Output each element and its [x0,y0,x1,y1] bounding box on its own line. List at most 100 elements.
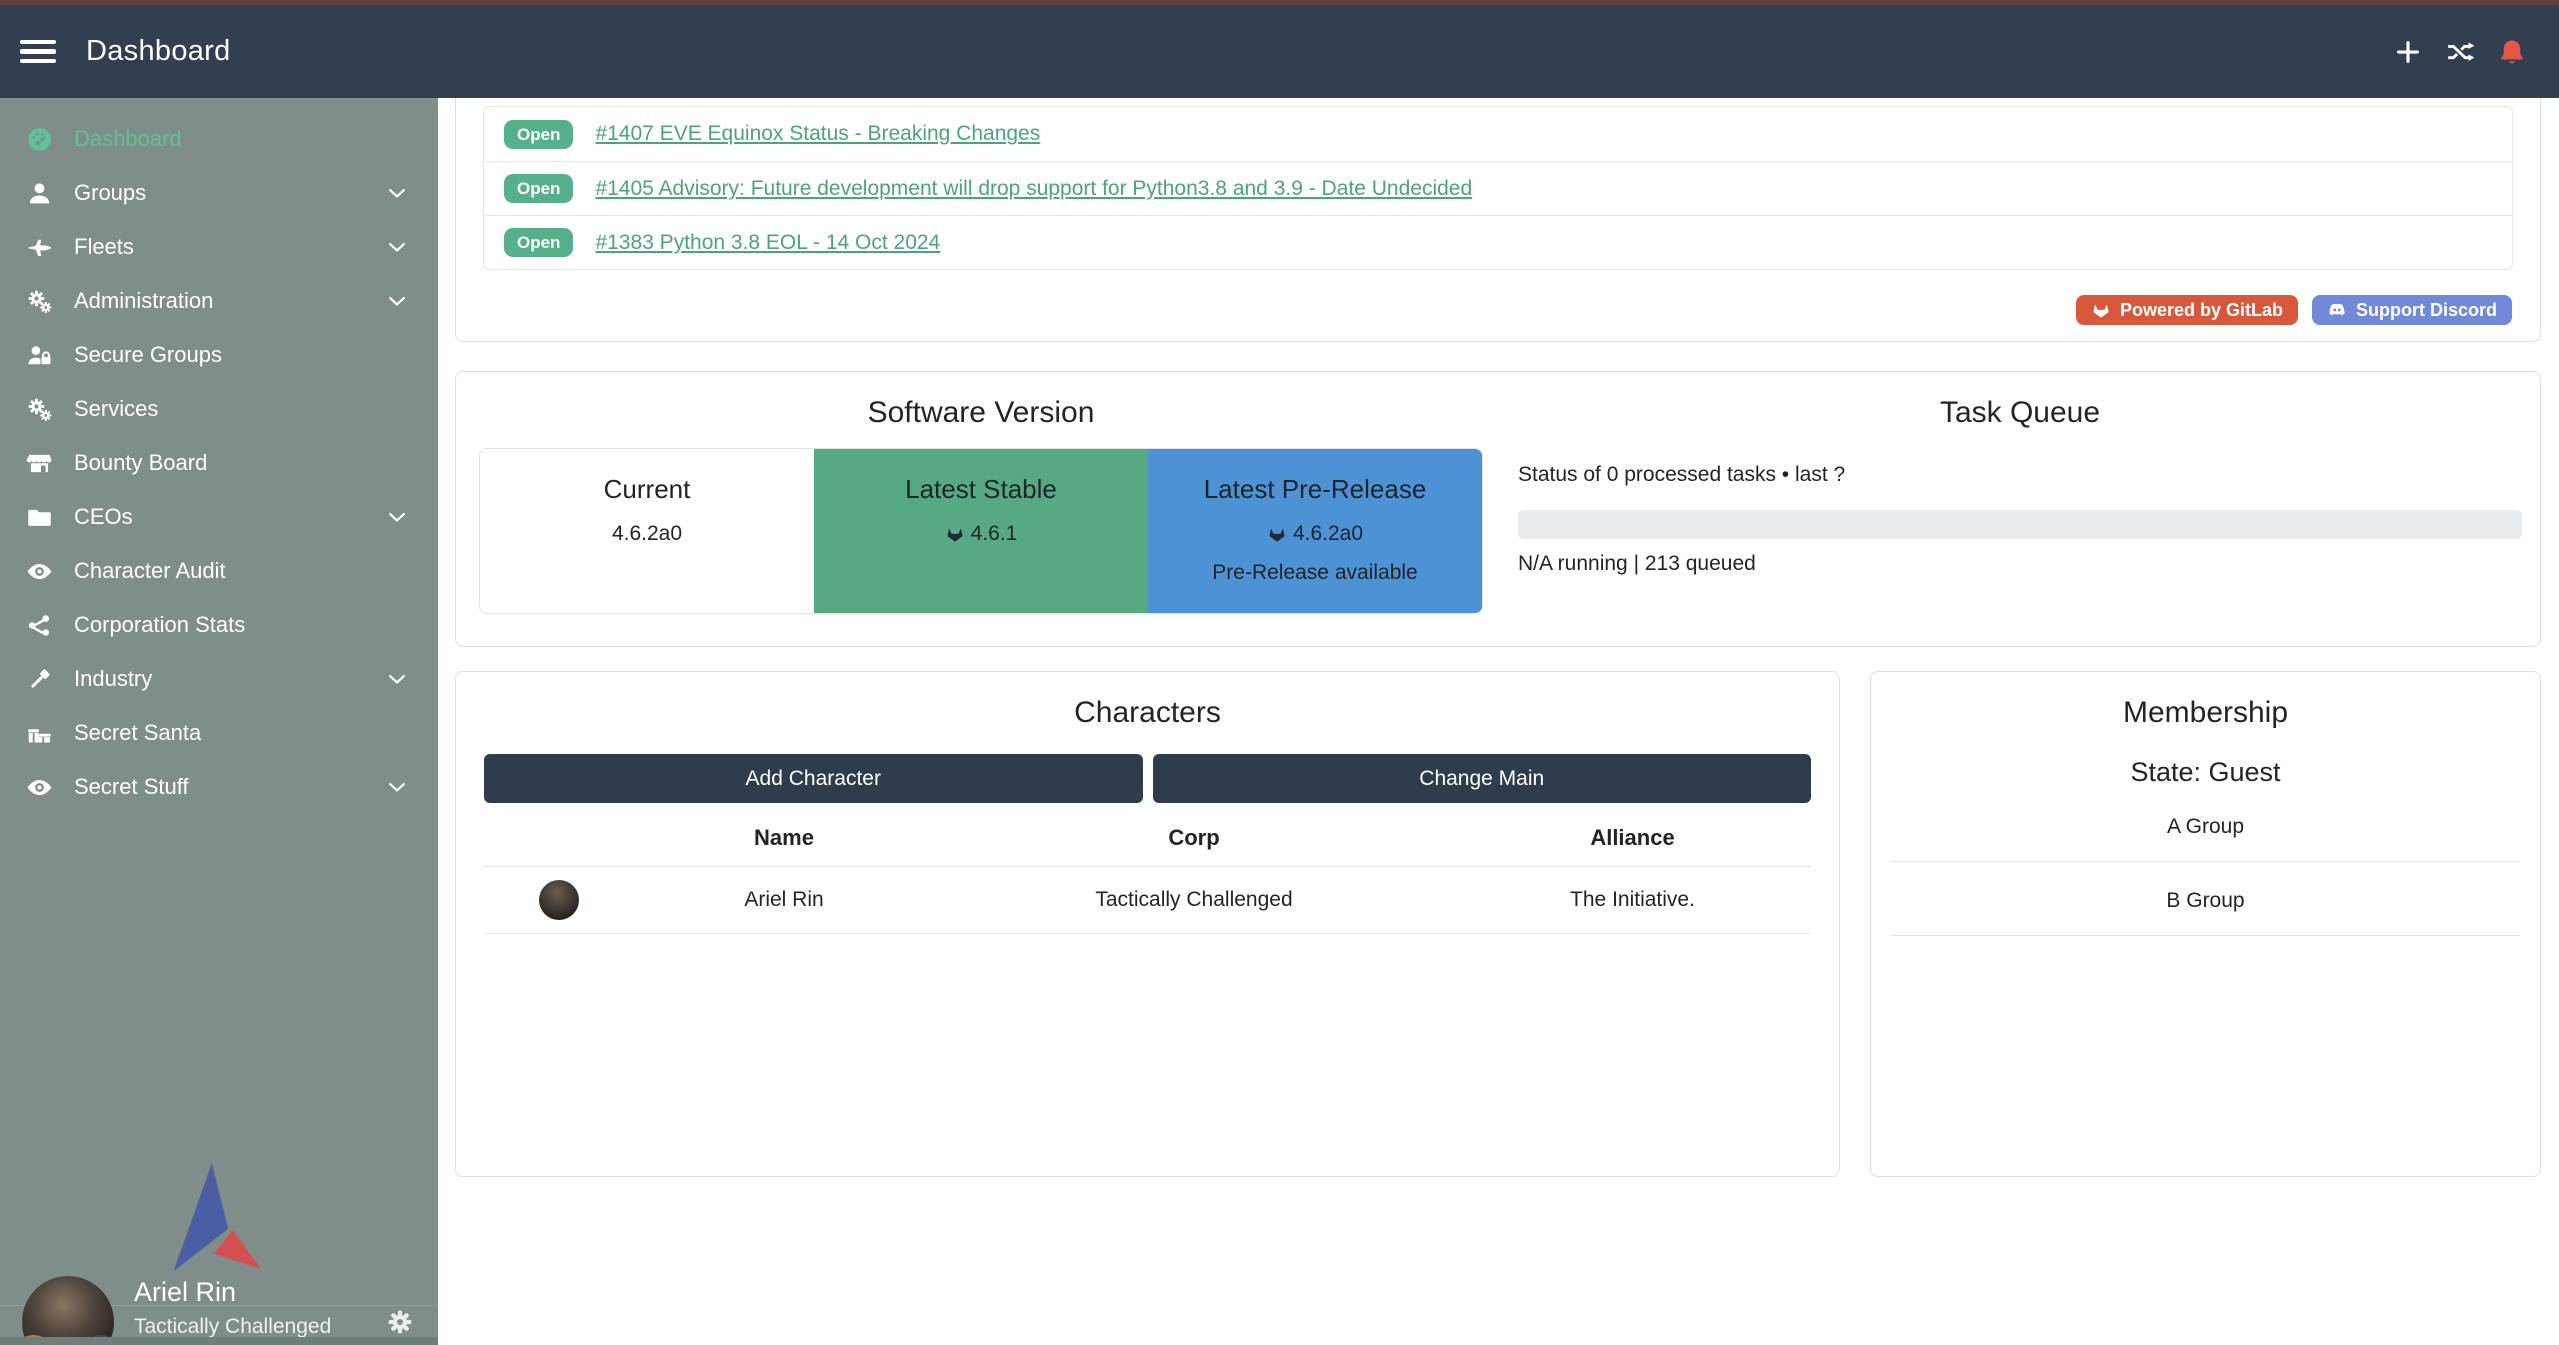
notification-link[interactable]: #1383 Python 3.8 EOL - 14 Oct 2024 [595,231,940,255]
table-row: Ariel Rin Tactically Challenged The Init… [484,867,1811,934]
cogs-icon [26,396,53,423]
user-info: Ariel Rin Tactically Challenged The Init… [134,1275,331,1345]
membership-title: Membership [1891,696,2520,730]
chevron-down-icon [386,182,408,204]
notification-link[interactable]: #1405 Advisory: Future development will … [595,177,1472,201]
sidebar-item-bounty-board[interactable]: Bounty Board [0,436,438,490]
jet-icon [26,234,53,261]
eye-icon [26,558,53,585]
status-badge: Open [504,228,573,257]
cell-name: Ariel Rin [634,888,934,912]
membership-state: State: Guest [1891,757,2520,788]
cell-alliance: The Initiative. [1454,888,1811,912]
sidebar-item-character-audit[interactable]: Character Audit [0,544,438,598]
store-icon [26,450,53,477]
sidebar-item-secret-santa[interactable]: Secret Santa [0,706,438,760]
gitlab-badge-label: Powered by GitLab [2120,300,2283,321]
list-item: A Group [1891,788,2520,862]
gitlab-tag-icon [945,524,965,544]
topbar: Dashboard [0,5,2559,98]
sidebar-item-industry[interactable]: Industry [0,652,438,706]
sidebar-item-secure-groups[interactable]: Secure Groups [0,328,438,382]
task-progress-bar [1518,510,2522,539]
header-alliance: Alliance [1454,825,1811,851]
hammer-icon [26,666,53,693]
characters-actions: Add Character Change Main [484,754,1811,803]
user-panel: Ariel Rin Tactically Challenged The Init… [0,1305,438,1337]
sidebar-item-label: Services [74,396,158,422]
sidebar-nav: Dashboard Groups Fleets Administrat [0,98,438,814]
membership-panel: Membership State: Guest A Group B Group [1870,671,2541,1177]
sidebar-item-label: Secret Stuff [74,774,189,800]
sidebar-footer-strip [0,1337,438,1345]
version-current: Current 4.6.2a0 [480,449,814,613]
sidebar-item-label: Bounty Board [74,450,207,476]
notifications-list: Open #1407 EVE Equinox Status - Breaking… [483,106,2513,270]
notification-item: Open #1407 EVE Equinox Status - Breaking… [484,107,2512,161]
bottom-row: Characters Add Character Change Main Nam… [455,671,2541,1177]
characters-table-header: Name Corp Alliance [484,809,1811,867]
version-stable-label: Latest Stable [814,474,1148,505]
sidebar-item-administration[interactable]: Administration [0,274,438,328]
sidebar-item-services[interactable]: Services [0,382,438,436]
eye-icon [26,774,53,801]
plus-icon[interactable] [2393,37,2423,67]
user-name: Ariel Rin [134,1275,331,1310]
software-version-title: Software Version [479,396,1483,430]
sidebar-item-label: Character Audit [74,558,226,584]
share-icon [26,612,53,639]
top-accent-strip [0,0,2559,5]
sidebar: Dashboard Groups Fleets Administrat [0,98,438,1345]
chevron-down-icon [386,236,408,258]
sidebar-item-label: Dashboard [74,126,182,152]
sidebar-item-corporation-stats[interactable]: Corporation Stats [0,598,438,652]
task-queue-section: Task Queue Status of 0 processed tasks •… [1506,396,2540,646]
version-prerelease-label: Latest Pre-Release [1148,474,1482,505]
version-current-label: Current [480,474,814,505]
notification-item: Open #1405 Advisory: Future development … [484,161,2512,215]
notification-item: Open #1383 Python 3.8 EOL - 14 Oct 2024 [484,215,2512,269]
change-main-button[interactable]: Change Main [1153,754,1812,803]
version-box: Current 4.6.2a0 Latest Stable 4.6.1 Late… [479,448,1483,614]
user-lock-icon [26,342,53,369]
gitlab-tag-icon [1267,524,1287,544]
sidebar-item-groups[interactable]: Groups [0,166,438,220]
discord-badge[interactable]: Support Discord [2312,295,2512,325]
chevron-down-icon [386,668,408,690]
software-version-section: Software Version Current 4.6.2a0 Latest … [456,396,1506,646]
version-prerelease-value: 4.6.2a0 [1148,522,1482,546]
notification-link[interactable]: #1407 EVE Equinox Status - Breaking Chan… [595,122,1040,146]
task-queue-caption: N/A running | 213 queued [1518,552,2522,576]
notifications-bell-icon[interactable] [2497,37,2527,67]
cell-corp: Tactically Challenged [934,888,1454,912]
character-avatar [539,880,579,920]
gifts-icon [26,720,53,747]
sidebar-item-dashboard[interactable]: Dashboard [0,112,438,166]
add-character-button[interactable]: Add Character [484,754,1143,803]
sidebar-item-label: Fleets [74,234,134,260]
sidebar-item-label: Administration [74,288,213,314]
sidebar-item-ceos[interactable]: CEOs [0,490,438,544]
task-queue-title: Task Queue [1518,396,2522,430]
chevron-down-icon [386,506,408,528]
sidebar-item-secret-stuff[interactable]: Secret Stuff [0,760,438,814]
characters-title: Characters [456,696,1839,730]
gitlab-badge[interactable]: Powered by GitLab [2076,295,2298,325]
settings-gear-icon[interactable] [384,1306,416,1338]
version-stable: Latest Stable 4.6.1 [814,449,1148,613]
version-prerelease: Latest Pre-Release 4.6.2a0 Pre-Release a… [1148,449,1482,613]
menu-toggle-icon[interactable] [20,40,60,64]
sidebar-item-label: Secure Groups [74,342,222,368]
user-icon [26,180,53,207]
header-name: Name [634,825,934,851]
version-stable-value: 4.6.1 [814,522,1148,546]
sidebar-item-fleets[interactable]: Fleets [0,220,438,274]
shuffle-icon[interactable] [2445,37,2475,67]
discord-badge-label: Support Discord [2356,300,2497,321]
characters-panel: Characters Add Character Change Main Nam… [455,671,1840,1177]
chevron-down-icon [386,776,408,798]
alliance-logo [158,1160,270,1280]
sidebar-item-label: Secret Santa [74,720,201,746]
cogs-icon [26,288,53,315]
header-corp: Corp [934,825,1454,851]
